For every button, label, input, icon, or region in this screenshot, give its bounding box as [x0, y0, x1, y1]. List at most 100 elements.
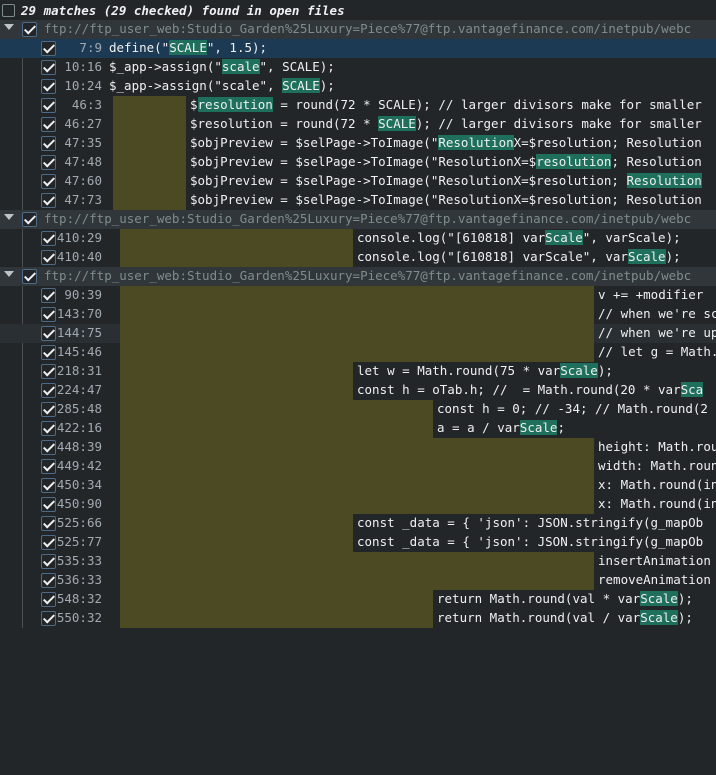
line-number: 535:33 — [56, 553, 102, 568]
code-pre: insertAnimation — [598, 553, 711, 568]
match-row[interactable]: 548:32 return Math.round(val * varScale); — [0, 590, 716, 609]
match-row[interactable]: 10:24 $_app->assign("scale", SCALE); — [0, 77, 716, 96]
code-pre: width: Math.roun — [598, 458, 716, 473]
code-post: ); — [665, 249, 681, 264]
code-pre: // let g = Math. — [598, 344, 716, 359]
code-snippet: define("SCALE", 1.5); — [109, 40, 267, 55]
match-highlight: Scale — [640, 610, 678, 625]
code-snippet: return Math.round(val / varScale); — [437, 610, 693, 625]
match-row[interactable]: 224:47 const h = oTab.h; // = Math.round(… — [0, 381, 716, 400]
file-checkbox[interactable] — [22, 22, 37, 37]
code-pre: // when we're sc — [598, 306, 716, 321]
line-number: 218:31 — [56, 363, 102, 378]
match-row[interactable]: 145:46 // let g = Math. — [0, 343, 716, 362]
chevron-down-icon[interactable] — [4, 271, 14, 277]
collapse-all-checkbox[interactable] — [2, 3, 15, 17]
chevron-down-icon[interactable] — [4, 214, 14, 220]
code-snippet: console.log("[610818] varScale", varScal… — [357, 249, 681, 264]
code-pre: a = a / var — [437, 420, 520, 435]
chevron-down-icon[interactable] — [4, 24, 14, 30]
match-row[interactable]: 144:75 // when we're up — [0, 324, 716, 343]
match-highlight: Scale — [640, 591, 678, 606]
code-snippet: x: Math.round(in — [598, 496, 716, 511]
indent-whitespace — [120, 514, 353, 533]
match-row[interactable]: 285:48 const h = 0; // -34; // Math.round… — [0, 400, 716, 419]
file-path: ftp://ftp_user_web:Studio_Garden%25Luxur… — [44, 21, 692, 36]
code-snippet: const _data = { 'json': JSON.stringify(g… — [357, 515, 703, 530]
match-highlight: Scale — [545, 230, 583, 245]
indent-whitespace — [113, 172, 186, 191]
file-row[interactable]: ftp://ftp_user_web:Studio_Garden%25Luxur… — [0, 267, 716, 286]
code-pre: x: Math.round(in — [598, 496, 716, 511]
code-snippet: v += +modifier — [598, 287, 711, 302]
match-row[interactable]: 448:39 height: Math.roun — [0, 438, 716, 457]
indent-whitespace — [120, 381, 353, 400]
code-pre: $objPreview = $selPage->ToImage(" — [190, 135, 439, 150]
file-row[interactable]: ftp://ftp_user_web:Studio_Garden%25Luxur… — [0, 20, 716, 39]
match-row[interactable]: 410:29 console.log("[610818] varScale", v… — [0, 229, 716, 248]
match-row[interactable]: 218:31 let w = Math.round(75 * varScale); — [0, 362, 716, 381]
line-number: 144:75 — [56, 325, 102, 340]
line-number: 422:16 — [56, 420, 102, 435]
match-row[interactable]: 47:48 $objPreview = $selPage->ToImage("Re… — [0, 153, 716, 172]
code-pre: $resolution = round(72 * — [190, 116, 379, 131]
code-snippet: $objPreview = $selPage->ToImage("Resolut… — [190, 173, 702, 188]
match-row[interactable]: 525:66 const _data = { 'json': JSON.strin… — [0, 514, 716, 533]
match-row[interactable]: 46:27 $resolution = round(72 * SCALE); //… — [0, 115, 716, 134]
match-row[interactable]: 10:16 $_app->assign("scale", SCALE); — [0, 58, 716, 77]
match-row[interactable]: 46:3 $resolution = round(72 * SCALE); // … — [0, 96, 716, 115]
match-row[interactable]: 47:73 $objPreview = $selPage->ToImage("Re… — [0, 191, 716, 210]
code-post: = round(72 * SCALE); // larger divisors … — [272, 97, 702, 112]
code-post: ); — [597, 363, 613, 378]
match-highlight: SCALE — [169, 40, 207, 55]
line-number: 145:46 — [56, 344, 102, 359]
line-number: 224:47 — [56, 382, 102, 397]
match-highlight: Scale — [627, 249, 666, 264]
match-highlight: Resolution — [438, 135, 514, 150]
match-row[interactable]: 449:42 width: Math.roun — [0, 457, 716, 476]
match-row[interactable]: 47:60 $objPreview = $selPage->ToImage("Re… — [0, 172, 716, 191]
code-pre: const h = oTab.h; // = Math.round(20 * v… — [357, 382, 681, 397]
indent-whitespace — [120, 552, 594, 571]
match-row[interactable]: 536:33 removeAnimation — [0, 571, 716, 590]
match-row[interactable]: 422:16 a = a / varScale; — [0, 419, 716, 438]
indent-whitespace — [120, 286, 594, 305]
code-pre: $_app->assign("scale", — [109, 78, 283, 93]
indent-whitespace — [120, 229, 353, 248]
code-snippet: // let g = Math. — [598, 344, 716, 359]
code-snippet: const h = oTab.h; // = Math.round(20 * v… — [357, 382, 704, 397]
match-row[interactable]: 47:35 $objPreview = $selPage->ToImage("Re… — [0, 134, 716, 153]
code-post: ", varScale); — [582, 230, 681, 245]
line-number: 536:33 — [56, 572, 102, 587]
line-number: 90:39 — [64, 287, 102, 302]
match-row[interactable]: 550:32 return Math.round(val / varScale); — [0, 609, 716, 628]
code-snippet: $_app->assign("scale", SCALE); — [109, 59, 335, 74]
file-checkbox[interactable] — [22, 269, 37, 284]
match-highlight: Scale — [560, 363, 598, 378]
match-row[interactable]: 7:9 define("SCALE", 1.5); — [0, 39, 716, 58]
code-snippet: x: Math.round(in — [598, 477, 716, 492]
match-row[interactable]: 90:39 v += +modifier — [0, 286, 716, 305]
match-row[interactable]: 450:34 x: Math.round(in — [0, 476, 716, 495]
file-checkbox[interactable] — [22, 212, 37, 227]
match-row[interactable]: 410:40 console.log("[610818] varScale", v… — [0, 248, 716, 267]
match-highlight: resolution — [197, 97, 273, 112]
file-row[interactable]: ftp://ftp_user_web:Studio_Garden%25Luxur… — [0, 210, 716, 229]
line-number: 525:66 — [56, 515, 102, 530]
code-post: ", SCALE); — [259, 59, 335, 74]
indent-whitespace — [113, 153, 186, 172]
match-row[interactable]: 450:90 x: Math.round(in — [0, 495, 716, 514]
file-path: ftp://ftp_user_web:Studio_Garden%25Luxur… — [44, 268, 692, 283]
line-number: 10:16 — [64, 59, 102, 74]
match-row[interactable]: 535:33 insertAnimation — [0, 552, 716, 571]
code-snippet: // when we're up — [598, 325, 716, 340]
indent-whitespace — [113, 115, 186, 134]
code-pre: removeAnimation — [598, 572, 711, 587]
code-post: ; — [557, 420, 565, 435]
line-number: 47:73 — [64, 192, 102, 207]
match-row[interactable]: 525:77 const _data = { 'json': JSON.strin… — [0, 533, 716, 552]
code-snippet: let w = Math.round(75 * varScale); — [357, 363, 613, 378]
results-header: 29 matches (29 checked) found in open fi… — [0, 0, 716, 20]
match-row[interactable]: 143:70 // when we're sc — [0, 305, 716, 324]
code-pre: v += +modifier — [598, 287, 711, 302]
